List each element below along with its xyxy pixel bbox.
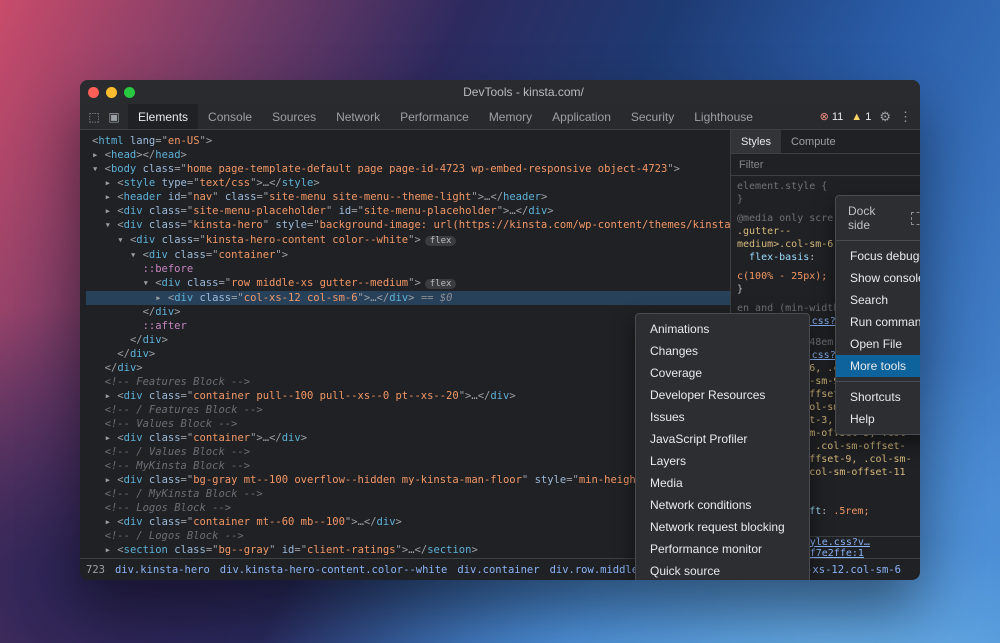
- dom-line[interactable]: ▸ <head></head>: [86, 148, 730, 162]
- dom-line[interactable]: <!-- / MyKinsta Block -->: [86, 487, 730, 501]
- dom-line[interactable]: ▾ <div class="container">: [86, 248, 730, 262]
- more-tools-developer-resources[interactable]: Developer Resources: [636, 384, 809, 406]
- more-tools-layers[interactable]: Layers: [636, 450, 809, 472]
- tab-console[interactable]: Console: [198, 104, 262, 129]
- close-icon[interactable]: [88, 87, 99, 98]
- dom-line[interactable]: </div>: [86, 347, 730, 361]
- dom-line[interactable]: ▾ <body class="home page-template-defaul…: [86, 162, 730, 176]
- dom-line[interactable]: <!-- Logos Block -->: [86, 501, 730, 515]
- menu-item-search[interactable]: Search⌘ ⌥ F: [836, 289, 920, 311]
- more-tools-animations[interactable]: Animations: [636, 318, 809, 340]
- dom-line[interactable]: <html lang="en-US">: [86, 134, 730, 148]
- menu-item-open-file[interactable]: Open File⌘ P: [836, 333, 920, 355]
- tab-lighthouse[interactable]: Lighthouse: [684, 104, 763, 129]
- side-tab-compute[interactable]: Compute: [781, 130, 846, 153]
- menu-item-help[interactable]: Help▸: [836, 408, 920, 430]
- dom-panel[interactable]: <html lang="en-US">▸ <head></head>▾ <bod…: [80, 130, 730, 558]
- dom-line[interactable]: ▸ <div class="container mt--60 mb--100">…: [86, 515, 730, 529]
- dom-line[interactable]: <!-- / Values Block -->: [86, 445, 730, 459]
- dom-line[interactable]: ▸ <div class="bg-gray mt--100 overflow--…: [86, 473, 730, 487]
- more-tools-issues[interactable]: Issues: [636, 406, 809, 428]
- dom-line[interactable]: </div>: [86, 333, 730, 347]
- more-tools-coverage[interactable]: Coverage: [636, 362, 809, 384]
- dom-line[interactable]: ▾ <div class="row middle-xs gutter--medi…: [86, 276, 730, 291]
- menu-item-shortcuts[interactable]: Shortcuts: [836, 386, 920, 408]
- tab-performance[interactable]: Performance: [390, 104, 479, 129]
- dom-line[interactable]: <!-- Values Block -->: [86, 417, 730, 431]
- stylesheet-link[interactable]: style.css?v…9bf7e2ffe:1: [798, 537, 914, 559]
- overflow-menu: Dock side Focus debuggeeShow console dra…: [835, 195, 920, 435]
- dom-line[interactable]: ▸ <div class="site-menu-placeholder" id=…: [86, 204, 730, 218]
- more-tools-javascript-profiler[interactable]: JavaScript Profiler: [636, 428, 809, 450]
- tab-network[interactable]: Network: [326, 104, 390, 129]
- device-icon[interactable]: ▣: [106, 109, 122, 125]
- breadcrumb-item[interactable]: div.container: [457, 564, 539, 576]
- devtools-window: DevTools - kinsta.com/ ⬚ ▣ ElementsConso…: [80, 80, 920, 580]
- dom-line[interactable]: <!-- Features Block -->: [86, 375, 730, 389]
- minimize-icon[interactable]: [106, 87, 117, 98]
- dom-line[interactable]: ▸ <header id="nav" class="site-menu site…: [86, 190, 730, 204]
- menu-item-more-tools[interactable]: More tools▸: [836, 355, 920, 377]
- dom-line[interactable]: </div>: [86, 361, 730, 375]
- titlebar: DevTools - kinsta.com/: [80, 80, 920, 104]
- zoom-icon[interactable]: [124, 87, 135, 98]
- tab-sources[interactable]: Sources: [262, 104, 326, 129]
- dom-line[interactable]: </div>: [86, 305, 730, 319]
- dom-line[interactable]: ▸ <div class="container">…</div>: [86, 431, 730, 445]
- menu-item-run-command[interactable]: Run command⌘ ⇧ P: [836, 311, 920, 333]
- breadcrumb-item[interactable]: div.kinsta-hero-content.color--white: [220, 564, 448, 576]
- dom-line[interactable]: ::before: [86, 262, 730, 276]
- gear-icon[interactable]: ⚙: [879, 109, 891, 125]
- menu-item-focus-debuggee[interactable]: Focus debuggee: [836, 245, 920, 267]
- tab-application[interactable]: Application: [542, 104, 621, 129]
- dom-line[interactable]: <!-- / Features Block -->: [86, 403, 730, 417]
- dock-side-label: Dock side: [848, 204, 895, 232]
- more-tools-performance-monitor[interactable]: Performance monitor: [636, 538, 809, 560]
- breadcrumb-item[interactable]: 723: [86, 564, 105, 576]
- window-controls: [88, 87, 135, 98]
- more-tools-media[interactable]: Media: [636, 472, 809, 494]
- dom-line[interactable]: ▾ <div class="kinsta-hero-content color-…: [86, 233, 730, 248]
- dom-line[interactable]: <!-- Pricing Block -->: [86, 557, 730, 558]
- kebab-icon[interactable]: ⋮: [899, 109, 912, 125]
- dock-undock-icon[interactable]: [911, 212, 920, 225]
- more-tools-network-conditions[interactable]: Network conditions: [636, 494, 809, 516]
- menu-item-show-console-drawer[interactable]: Show console drawerEsc: [836, 267, 920, 289]
- dom-line[interactable]: ::after: [86, 319, 730, 333]
- tab-memory[interactable]: Memory: [479, 104, 542, 129]
- more-tools-network-request-blocking[interactable]: Network request blocking: [636, 516, 809, 538]
- dom-line[interactable]: ▸ <div class="container pull--100 pull--…: [86, 389, 730, 403]
- window-title: DevTools - kinsta.com/: [135, 85, 912, 99]
- tab-elements[interactable]: Elements: [128, 104, 198, 129]
- tab-security[interactable]: Security: [621, 104, 684, 129]
- error-count[interactable]: 11: [820, 110, 844, 123]
- tabbar: ⬚ ▣ ElementsConsoleSourcesNetworkPerform…: [80, 104, 920, 130]
- more-tools-changes[interactable]: Changes: [636, 340, 809, 362]
- more-tools-menu: AnimationsChangesCoverageDeveloper Resou…: [635, 313, 810, 580]
- dom-line[interactable]: ▸ <style type="text/css">…</style>: [86, 176, 730, 190]
- styles-filter[interactable]: Filter: [731, 154, 920, 176]
- side-tab-styles[interactable]: Styles: [731, 130, 781, 153]
- more-tools-quick-source[interactable]: Quick source: [636, 560, 809, 580]
- warning-count[interactable]: 1: [851, 111, 871, 123]
- dom-line[interactable]: <!-- MyKinsta Block -->: [86, 459, 730, 473]
- inspect-icon[interactable]: ⬚: [86, 109, 102, 125]
- dom-line[interactable]: ▾ <div class="kinsta-hero" style="backgr…: [86, 218, 730, 233]
- dom-line[interactable]: ▸ <section class="bg--gray" id="client-r…: [86, 543, 730, 557]
- breadcrumb-item[interactable]: div.kinsta-hero: [115, 564, 210, 576]
- dom-line[interactable]: ▸ <div class="col-xs-12 col-sm-6">…</div…: [86, 291, 730, 305]
- dom-line[interactable]: <!-- / Logos Block -->: [86, 529, 730, 543]
